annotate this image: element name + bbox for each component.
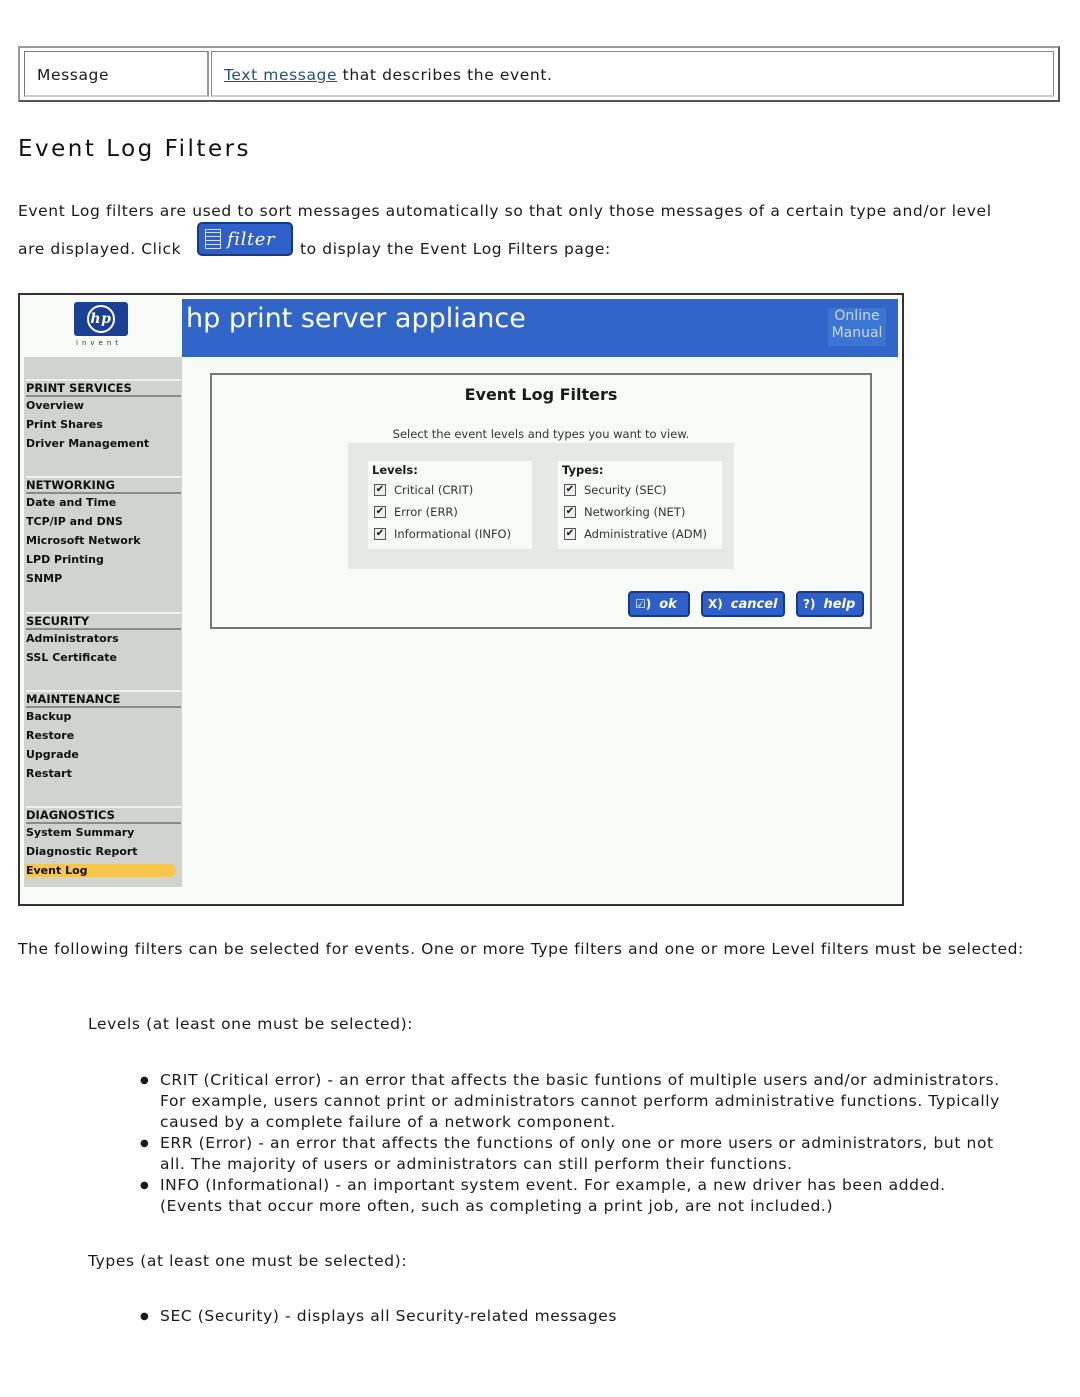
online-manual-button[interactable]: Online Manual xyxy=(828,308,886,346)
checkbox-label: Error (ERR) xyxy=(394,505,458,519)
sidebar-item-upgrade[interactable]: Upgrade xyxy=(26,748,79,761)
following-paragraph: The following filters can be selected fo… xyxy=(18,940,1024,958)
sidebar-heading: PRINT SERVICES xyxy=(26,379,181,397)
bullet-item: INFO (Informational) - an important syst… xyxy=(140,1175,1010,1217)
filter-button[interactable]: filter xyxy=(197,222,293,256)
hp-logo: hp xyxy=(74,302,128,336)
checkbox-label: Networking (NET) xyxy=(584,505,686,519)
panel-title: Event Log Filters xyxy=(464,385,618,404)
sidebar-heading: SECURITY xyxy=(26,612,181,630)
logo-tagline: invent xyxy=(76,339,123,347)
checkbox-label: Administrative (ADM) xyxy=(584,527,707,541)
sidebar-heading: NETWORKING xyxy=(26,476,181,494)
checkbox[interactable]: ✔ xyxy=(564,528,576,540)
message-description: that describes the event. xyxy=(337,66,553,84)
checkbox[interactable]: ✔ xyxy=(374,484,386,496)
app-banner: hp print server appliance Online Manual xyxy=(182,299,898,357)
cancel-button[interactable]: X) cancel xyxy=(701,591,785,617)
sidebar-heading: MAINTENANCE xyxy=(26,690,181,708)
checkbox[interactable]: ✔ xyxy=(564,484,576,496)
checkbox[interactable]: ✔ xyxy=(564,506,576,518)
sidebar-item-restore[interactable]: Restore xyxy=(26,729,74,742)
intro-line2-before: are displayed. Click xyxy=(18,240,182,258)
logo-area: hp invent xyxy=(20,295,182,357)
types-group: Types: ✔ Security (SEC) ✔ Networking (NET) ✔… xyxy=(558,461,722,549)
levels-title: Levels: xyxy=(372,463,418,477)
types-label: Types (at least one must be selected): xyxy=(88,1252,408,1270)
trash-filter-icon xyxy=(205,229,221,249)
types-title: Types: xyxy=(562,463,604,477)
filter-button-label: filter xyxy=(227,228,276,250)
levels-label: Levels (at least one must be selected): xyxy=(88,1015,414,1033)
x-icon: X) xyxy=(708,597,723,611)
bullet-item: CRIT (Critical error) - an error that af… xyxy=(140,1070,1010,1133)
sidebar-item-system-summary[interactable]: System Summary xyxy=(26,826,134,839)
level-checkbox-row[interactable]: ✔ Critical (CRIT) xyxy=(374,483,473,497)
message-label-cell: Message xyxy=(24,51,209,97)
sidebar-item-print-shares[interactable]: Print Shares xyxy=(26,418,103,431)
type-checkbox-row[interactable]: ✔ Networking (NET) xyxy=(564,505,685,519)
sidebar-item-ssl-certificate[interactable]: SSL Certificate xyxy=(26,651,117,664)
sidebar-item-overview[interactable]: Overview xyxy=(26,399,84,412)
message-label: Message xyxy=(37,66,110,84)
sidebar-item-date-and-time[interactable]: Date and Time xyxy=(26,496,116,509)
bullet-item: ERR (Error) - an error that affects the … xyxy=(140,1133,1010,1175)
banner-title: hp print server appliance xyxy=(186,303,526,334)
help-button[interactable]: ?) help xyxy=(796,591,864,617)
types-bullet-list: SEC (Security) - displays all Security-r… xyxy=(140,1306,1010,1327)
sidebar-item-backup[interactable]: Backup xyxy=(26,710,71,723)
level-checkbox-row[interactable]: ✔ Error (ERR) xyxy=(374,505,458,519)
event-log-filters-screenshot: hp invent hp print server appliance Onli… xyxy=(18,293,904,906)
checkbox[interactable]: ✔ xyxy=(374,528,386,540)
sidebar-item-event-log[interactable]: Event Log xyxy=(26,864,176,877)
message-table: Message Text message that describes the … xyxy=(18,46,1060,102)
text-message-link[interactable]: Text message xyxy=(224,66,337,84)
sidebar-item-administrators[interactable]: Administrators xyxy=(26,632,119,645)
checkbox-label: Informational (INFO) xyxy=(394,527,512,541)
sidebar-item-tcp-ip-and-dns[interactable]: TCP/IP and DNS xyxy=(26,515,123,528)
checkbox[interactable]: ✔ xyxy=(374,506,386,518)
type-checkbox-row[interactable]: ✔ Administrative (ADM) xyxy=(564,527,707,541)
sidebar-item-restart[interactable]: Restart xyxy=(26,767,72,780)
question-icon: ?) xyxy=(803,597,816,611)
message-description-cell: Text message that describes the event. xyxy=(211,51,1054,97)
level-checkbox-row[interactable]: ✔ Informational (INFO) xyxy=(374,527,511,541)
intro-line2-after: to display the Event Log Filters page: xyxy=(300,240,611,258)
checkbox-icon: ☑) xyxy=(635,597,652,611)
checkbox-label: Critical (CRIT) xyxy=(394,483,474,497)
filter-box: Levels: ✔ Critical (CRIT) ✔ Error (ERR) ✔ Inf… xyxy=(348,443,734,569)
sidebar-item-snmp[interactable]: SNMP xyxy=(26,572,62,585)
levels-group: Levels: ✔ Critical (CRIT) ✔ Error (ERR) ✔ Inf… xyxy=(368,461,532,549)
type-checkbox-row[interactable]: ✔ Security (SEC) xyxy=(564,483,666,497)
levels-bullet-list: CRIT (Critical error) - an error that af… xyxy=(140,1070,1010,1217)
intro-line1: Event Log filters are used to sort messa… xyxy=(18,202,992,220)
filters-panel: Event Log Filters Select the event level… xyxy=(210,373,872,629)
sidebar: PRINT SERVICES Overview Print Shares Driver… xyxy=(24,357,182,887)
section-title: Event Log Filters xyxy=(18,136,252,162)
sidebar-item-diagnostic-report[interactable]: Diagnostic Report xyxy=(26,845,138,858)
sidebar-heading: DIAGNOSTICS xyxy=(26,806,181,824)
checkbox-label: Security (SEC) xyxy=(584,483,667,497)
bullet-item: SEC (Security) - displays all Security-r… xyxy=(140,1306,1010,1327)
sidebar-item-lpd-printing[interactable]: LPD Printing xyxy=(26,553,104,566)
sidebar-item-microsoft-network[interactable]: Microsoft Network xyxy=(26,534,141,547)
panel-subtitle: Select the event levels and types you wa… xyxy=(392,427,690,441)
sidebar-item-driver-management[interactable]: Driver Management xyxy=(26,437,149,450)
ok-button[interactable]: ☑) ok xyxy=(628,591,690,617)
